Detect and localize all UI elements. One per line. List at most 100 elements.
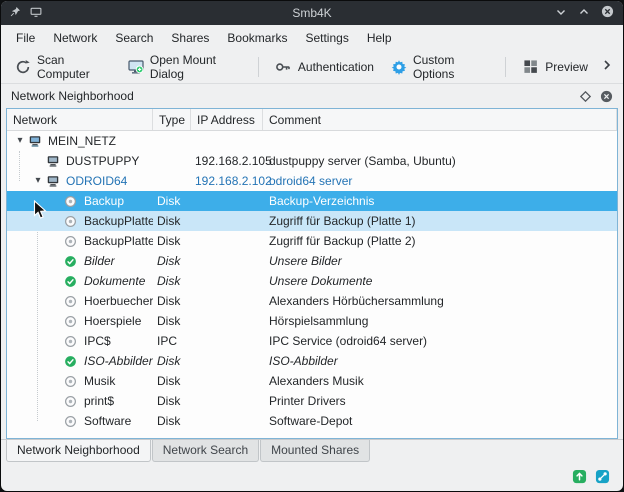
- tree-row-musik[interactable]: MusikDiskAlexanders Musik: [7, 371, 617, 391]
- menu-search[interactable]: Search: [106, 28, 162, 48]
- column-header-comment[interactable]: Comment: [263, 109, 617, 130]
- type-cell: Disk: [153, 274, 191, 288]
- dock-close-button[interactable]: [600, 90, 613, 103]
- network-tree: ▾MEIN_NETZDUSTPUPPY192.168.2.105dustpupp…: [7, 131, 617, 438]
- titlebar-left-icons: [10, 6, 140, 21]
- tree-row-mein-netz[interactable]: ▾MEIN_NETZ: [7, 131, 617, 151]
- comment-cell: Zugriff für Backup (Platte 2): [263, 234, 617, 248]
- comment-cell: Hörspielsammlung: [263, 314, 617, 328]
- item-name: DUSTPUPPY: [66, 154, 139, 168]
- maximize-button[interactable]: [578, 6, 590, 21]
- toolbar: Scan Computer Open Mount Dialog Authentica…: [1, 50, 623, 84]
- type-cell: Disk: [153, 414, 191, 428]
- comment-cell: Printer Drivers: [263, 394, 617, 408]
- share-mounted-icon: [63, 354, 78, 369]
- server-icon: [45, 174, 60, 189]
- menu-bookmarks[interactable]: Bookmarks: [218, 28, 296, 48]
- menubar: FileNetworkSearchSharesBookmarksSettings…: [1, 25, 623, 50]
- menu-help[interactable]: Help: [358, 28, 401, 48]
- scan-computer-button[interactable]: Scan Computer: [9, 49, 117, 85]
- ip-address-cell: 192.168.2.105: [191, 154, 263, 168]
- type-cell: Disk: [153, 234, 191, 248]
- preview-button[interactable]: Preview: [516, 54, 594, 79]
- comment-cell: Unsere Dokumente: [263, 274, 617, 288]
- window-title: Smb4K: [140, 6, 484, 20]
- toolbar-overflow-button[interactable]: [599, 57, 615, 76]
- tree-row-software[interactable]: SoftwareDiskSoftware-Depot: [7, 411, 617, 431]
- item-name: print$: [84, 394, 114, 408]
- tab-network-search[interactable]: Network Search: [152, 440, 259, 462]
- preview-icon: [522, 58, 539, 75]
- minimize-icon: [555, 6, 567, 21]
- screen: Smb4K FileNetworkSearchSharesBookmarksSe…: [0, 0, 624, 492]
- key-icon: [275, 58, 292, 75]
- ip-address-cell: 192.168.2.102: [191, 174, 263, 188]
- share-icon: [63, 314, 78, 329]
- item-name: Hoerbuecher: [84, 294, 153, 308]
- network-status-icon[interactable]: [595, 469, 610, 484]
- type-cell: Disk: [153, 254, 191, 268]
- share-icon: [63, 374, 78, 389]
- share-icon: [63, 334, 78, 349]
- comment-cell: Unsere Bilder: [263, 254, 617, 268]
- float-button[interactable]: [580, 91, 591, 102]
- custom-options-button[interactable]: Custom Options: [385, 49, 495, 85]
- mounted-share-icon[interactable]: [572, 469, 587, 484]
- tree-row-backupplatte1-[interactable]: BackupPlatte1$DiskZugriff für Backup (Pl…: [7, 211, 617, 231]
- menu-network[interactable]: Network: [44, 28, 106, 48]
- float-icon: [580, 91, 591, 102]
- menu-file[interactable]: File: [7, 28, 44, 48]
- type-cell: Disk: [153, 194, 191, 208]
- toolbar-button-label: Open Mount Dialog: [150, 53, 242, 81]
- app-icon: [30, 6, 42, 21]
- dock-buttons: [580, 90, 613, 103]
- type-cell: Disk: [153, 354, 191, 368]
- refresh-icon: [15, 58, 31, 75]
- tree-row-backupplatte2-[interactable]: BackupPlatte2$DiskZugriff für Backup (Pl…: [7, 231, 617, 251]
- tree-row-bilder[interactable]: BilderDiskUnsere Bilder: [7, 251, 617, 271]
- tree-row-hoerbuecher[interactable]: HoerbuecherDiskAlexanders Hörbüchersamml…: [7, 291, 617, 311]
- tree-row-backup[interactable]: BackupDiskBackup-Verzeichnis: [7, 191, 617, 211]
- tree-row-dokumente[interactable]: Dokumente Disk Unsere Dokumente: [7, 271, 617, 291]
- tree-row-ipc-[interactable]: IPC$IPCIPC Service (odroid64 server): [7, 331, 617, 351]
- item-name: Musik: [84, 374, 115, 388]
- tree-row-print-[interactable]: print$DiskPrinter Drivers: [7, 391, 617, 411]
- tree-row-dustpuppy[interactable]: DUSTPUPPY192.168.2.105dustpuppy server (…: [7, 151, 617, 171]
- menu-settings[interactable]: Settings: [296, 28, 357, 48]
- titlebar[interactable]: Smb4K: [1, 1, 623, 25]
- type-cell: IPC: [153, 334, 191, 348]
- dock-title: Network Neighborhood: [11, 89, 580, 103]
- authentication-button[interactable]: Authentication: [269, 54, 380, 79]
- menu-shares[interactable]: Shares: [162, 28, 218, 48]
- item-name: Software: [84, 414, 131, 428]
- tree-row-odroid64[interactable]: ▾ODROID64192.168.2.102odroid64 server: [7, 171, 617, 191]
- pin-icon: [10, 6, 21, 20]
- toolbar-button-label: Authentication: [298, 60, 374, 74]
- expander-icon[interactable]: ▾: [13, 136, 27, 146]
- minimize-button[interactable]: [555, 6, 567, 21]
- table-header: NetworkTypeIP AddressComment: [7, 109, 617, 131]
- chevron-right-icon: [601, 59, 613, 74]
- column-header-network[interactable]: Network: [7, 109, 153, 130]
- tab-network-neighborhood[interactable]: Network Neighborhood: [6, 440, 151, 462]
- column-header-type[interactable]: Type: [153, 109, 191, 130]
- tree-row-hoerspiele[interactable]: HoerspieleDiskHörspielsammlung: [7, 311, 617, 331]
- toolbar-separator: [505, 57, 506, 77]
- column-header-ip-address[interactable]: IP Address: [191, 109, 263, 130]
- close-button[interactable]: [601, 5, 614, 21]
- mount-dialog-icon: [128, 58, 144, 75]
- smb4k-window: Smb4K FileNetworkSearchSharesBookmarksSe…: [0, 0, 624, 492]
- tab-mounted-shares[interactable]: Mounted Shares: [260, 440, 370, 462]
- toolbar-separator: [258, 57, 259, 77]
- type-cell: Disk: [153, 294, 191, 308]
- item-name: Dokumente: [84, 274, 145, 288]
- expander-icon[interactable]: ▾: [31, 176, 45, 186]
- tree-row-iso-abbilder[interactable]: ISO-AbbilderDiskISO-Abbilder: [7, 351, 617, 371]
- open-mount-dialog-button[interactable]: Open Mount Dialog: [122, 49, 248, 85]
- gear-icon: [391, 58, 407, 75]
- item-name: Hoerspiele: [84, 314, 141, 328]
- type-cell: Disk: [153, 214, 191, 228]
- share-icon: [63, 414, 78, 429]
- window-controls: [484, 5, 614, 21]
- item-name: Backup: [84, 194, 124, 208]
